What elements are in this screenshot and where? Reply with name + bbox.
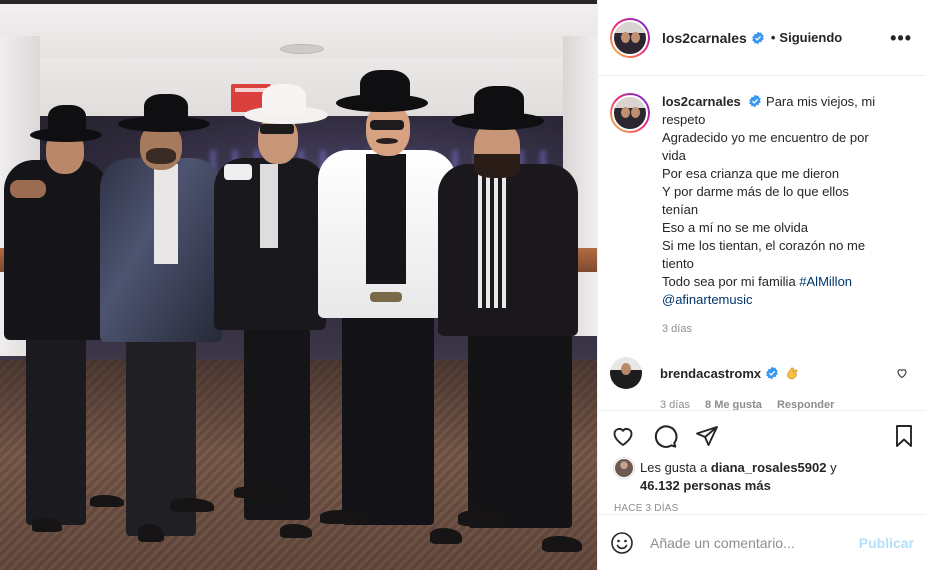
likes-summary: Les gusta a diana_rosales5902 y 46.132 p… <box>598 449 926 495</box>
caption-line: Si me los tientan, el corazón no me <box>662 238 866 253</box>
add-comment-bar: Añade un comentario... Publicar <box>598 514 926 570</box>
share-paper-plane-icon[interactable] <box>694 424 720 448</box>
comment-row: brendacastromx <box>610 357 914 389</box>
profile-avatar[interactable] <box>610 17 650 58</box>
caption-line: Y por darme más de lo que ellos <box>662 184 849 199</box>
liker-avatar[interactable] <box>614 458 634 478</box>
post-side-panel: los2carnales • Siguiendo ••• los2carnale… <box>597 0 926 570</box>
comments-area: los2carnales Para mis viejos, mi respeto… <box>598 76 926 410</box>
comment-like-icon[interactable] <box>896 367 908 379</box>
caption-avatar[interactable] <box>610 93 650 133</box>
comment-input[interactable]: Añade un comentario... <box>650 535 859 551</box>
reply-button[interactable]: Responder <box>777 399 834 410</box>
following-button[interactable]: Siguiendo <box>779 30 842 45</box>
commenter-username[interactable]: brendacastromx <box>660 366 761 381</box>
caption-text: los2carnales Para mis viejos, mi respeto… <box>662 93 902 309</box>
publish-button[interactable]: Publicar <box>859 535 914 551</box>
caption-line: respeto <box>662 112 706 127</box>
likes-middle: y <box>826 460 837 475</box>
comment-meta: 3 días 8 Me gusta Responder <box>660 399 914 410</box>
hashtag-link[interactable]: #AlMillon <box>799 274 852 289</box>
man-2 <box>98 94 228 554</box>
emoji-smiley-icon[interactable] <box>610 531 634 555</box>
caption-line-last: Todo sea por mi familia #AlMillon <box>662 273 902 291</box>
caption-line: vida <box>662 148 686 163</box>
like-heart-icon[interactable] <box>610 424 636 448</box>
caption-username[interactable]: los2carnales <box>662 94 741 109</box>
likes-count[interactable]: 46.132 personas más <box>640 477 880 495</box>
action-icons <box>598 411 926 449</box>
caption-row: los2carnales Para mis viejos, mi respeto… <box>610 93 914 309</box>
header-username[interactable]: los2carnales <box>662 30 747 46</box>
verified-badge-icon <box>752 31 764 44</box>
post-header: los2carnales • Siguiendo ••• <box>598 0 926 76</box>
caption-time[interactable]: 3 días <box>662 323 914 335</box>
verified-badge-icon <box>766 366 778 380</box>
more-options-icon[interactable]: ••• <box>890 29 912 47</box>
man-5 <box>438 84 588 564</box>
caption-line: Eso a mí no se me olvida <box>662 220 808 235</box>
verified-badge-icon <box>749 94 762 108</box>
comment-time[interactable]: 3 días <box>660 399 690 410</box>
caption-line: tiento <box>662 256 694 271</box>
caption-line: Para mis viejos, mi <box>766 94 876 109</box>
liker-username[interactable]: diana_rosales5902 <box>711 460 827 475</box>
save-bookmark-icon[interactable] <box>892 423 916 449</box>
comment-likes[interactable]: 8 Me gusta <box>705 399 762 410</box>
caption-line: Agradecido yo me encuentro de por <box>662 130 869 145</box>
ceiling-lamp <box>280 44 324 54</box>
mention-link[interactable]: @afinartemusic <box>662 291 902 309</box>
likes-prefix: Les gusta a <box>640 460 711 475</box>
comment-bubble-icon[interactable] <box>652 423 678 449</box>
caption-line: Por esa crianza que me dieron <box>662 166 840 181</box>
post-timestamp[interactable]: HACE 3 DÍAS <box>598 495 926 514</box>
header-separator: • <box>770 30 776 45</box>
caption-line: tenían <box>662 202 699 217</box>
caption-last-prefix: Todo sea por mi familia <box>662 274 800 289</box>
commenter-avatar[interactable] <box>610 357 642 389</box>
clapping-hands-emoji-icon <box>787 367 798 380</box>
post-photo[interactable] <box>0 0 597 570</box>
